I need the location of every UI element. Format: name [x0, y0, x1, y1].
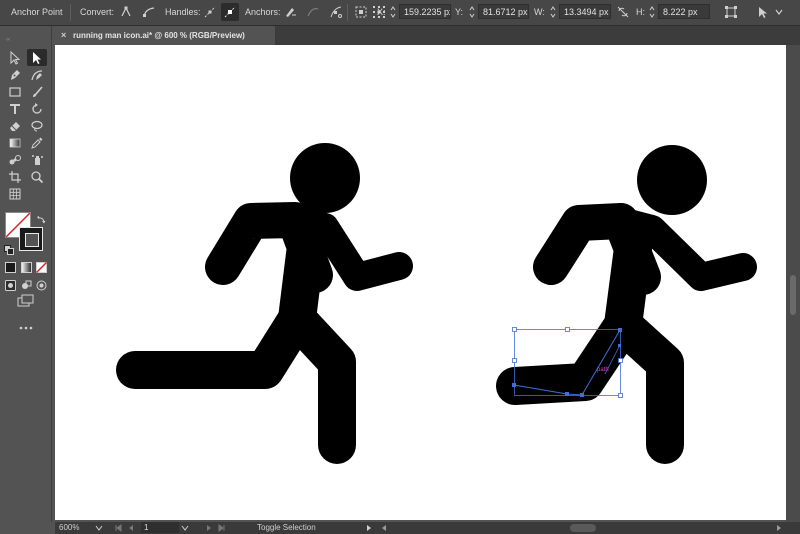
chevron-down-icon[interactable]: [770, 3, 788, 21]
tool-name: Anchor Point: [11, 7, 63, 17]
status-bar: 600% 1 Toggle Selection: [55, 522, 800, 534]
convert-to-smooth-icon[interactable]: [140, 3, 158, 21]
path-hover-label: path: [597, 367, 609, 373]
horizontal-scroll-thumb[interactable]: [570, 524, 596, 532]
zoom-level[interactable]: 600%: [59, 523, 79, 532]
scroll-right-arrow-icon[interactable]: [775, 524, 783, 532]
anchors-label: Anchors:: [245, 7, 281, 17]
w-label: W:: [534, 7, 545, 17]
artboard-dropdown-chevron-icon[interactable]: [181, 524, 189, 532]
artboard-number-field[interactable]: 1: [141, 522, 179, 533]
y-field[interactable]: 81.6712 px: [478, 4, 529, 19]
default-colors-icon[interactable]: [4, 242, 14, 260]
artboard-tool-icon[interactable]: [5, 168, 25, 185]
constrain-proportions-icon[interactable]: [614, 3, 632, 21]
swap-fill-stroke-icon[interactable]: [36, 212, 46, 230]
selection-tool-icon[interactable]: [5, 49, 25, 66]
connect-paths-icon[interactable]: [304, 3, 322, 21]
gradient-tool-icon[interactable]: [5, 134, 25, 151]
rotate-tool-icon[interactable]: [27, 100, 47, 117]
divider: [70, 4, 71, 21]
x-label: X:: [377, 7, 386, 17]
color-mode-icon[interactable]: [5, 260, 16, 278]
pen-tool-icon[interactable]: [5, 66, 25, 83]
close-tab-icon[interactable]: ×: [61, 26, 66, 45]
gradient-mode-icon[interactable]: [21, 260, 32, 278]
artboard-number: 1: [144, 523, 149, 532]
more-tools-icon[interactable]: [19, 318, 33, 336]
h-stepper-icon[interactable]: [649, 5, 655, 19]
cut-path-icon[interactable]: [327, 3, 345, 21]
document-tab-bar: × running man icon.ai* @ 600 % (RGB/Prev…: [55, 26, 800, 45]
handles-label: Handles:: [165, 7, 201, 17]
status-menu-arrow-icon[interactable]: [365, 524, 373, 532]
artboard-canvas[interactable]: path: [55, 45, 786, 520]
convert-to-corner-icon[interactable]: [117, 3, 135, 21]
symbol-sprayer-tool-icon[interactable]: [27, 151, 47, 168]
tools-panel: ‹‹: [0, 26, 52, 522]
svg-text:‹‹: ‹‹: [6, 38, 10, 41]
w-stepper-icon[interactable]: [550, 5, 556, 19]
isolate-icon[interactable]: [352, 3, 370, 21]
next-last-artboard-icon[interactable]: [197, 524, 227, 532]
eyedropper-tool-icon[interactable]: [27, 134, 47, 151]
show-handles-icon[interactable]: [201, 3, 219, 21]
curvature-tool-icon[interactable]: [27, 66, 47, 83]
artwork: path: [116, 143, 757, 464]
eraser-tool-icon[interactable]: [5, 117, 25, 134]
chart-tool-icon[interactable]: [5, 185, 25, 202]
zoom-dropdown-chevron-icon[interactable]: [95, 524, 103, 532]
panel-grip: ‹‹: [4, 28, 47, 43]
convert-label: Convert:: [80, 7, 115, 17]
type-tool-icon[interactable]: [5, 100, 25, 117]
divider: [347, 4, 348, 21]
rectangle-tool-icon[interactable]: [5, 83, 25, 100]
h-label: H:: [636, 7, 645, 17]
stroke-swatch[interactable]: [19, 227, 43, 251]
y-stepper-icon[interactable]: [469, 5, 475, 19]
vertical-scrollbar[interactable]: [786, 45, 800, 522]
transform-icon[interactable]: [722, 3, 740, 21]
draw-normal-icon[interactable]: [5, 278, 16, 296]
document-tab[interactable]: × running man icon.ai* @ 600 % (RGB/Prev…: [55, 26, 275, 45]
status-info: Toggle Selection: [257, 523, 316, 532]
x-stepper-icon[interactable]: [390, 5, 396, 19]
x-field[interactable]: 159.2235 px: [399, 4, 451, 19]
first-prev-artboard-icon[interactable]: [113, 524, 143, 532]
running-man-figure-right[interactable]: [496, 145, 757, 464]
scroll-thumb[interactable]: [790, 275, 796, 315]
draw-inside-icon[interactable]: [36, 278, 47, 296]
h-field[interactable]: 8.222 px: [658, 4, 710, 19]
paintbrush-tool-icon[interactable]: [27, 83, 47, 100]
document-title: running man icon.ai* @ 600 % (RGB/Previe…: [73, 31, 245, 40]
blend-tool-icon[interactable]: [5, 151, 25, 168]
screen-mode-icon[interactable]: [17, 294, 35, 313]
remove-anchor-icon[interactable]: [281, 3, 299, 21]
none-mode-icon[interactable]: [35, 260, 48, 278]
hide-handles-icon[interactable]: [221, 3, 239, 21]
scroll-left-arrow-icon[interactable]: [380, 524, 388, 532]
lasso-tool-icon[interactable]: [27, 117, 47, 134]
running-man-figure-left[interactable]: [116, 143, 413, 464]
zoom-tool-icon[interactable]: [27, 168, 47, 185]
w-field[interactable]: 13.3494 px: [559, 4, 611, 19]
control-bar: Anchor Point Convert: Handles: Anchors: …: [0, 0, 800, 26]
y-label: Y:: [455, 7, 464, 17]
direct-selection-tool-icon[interactable]: [27, 49, 47, 66]
